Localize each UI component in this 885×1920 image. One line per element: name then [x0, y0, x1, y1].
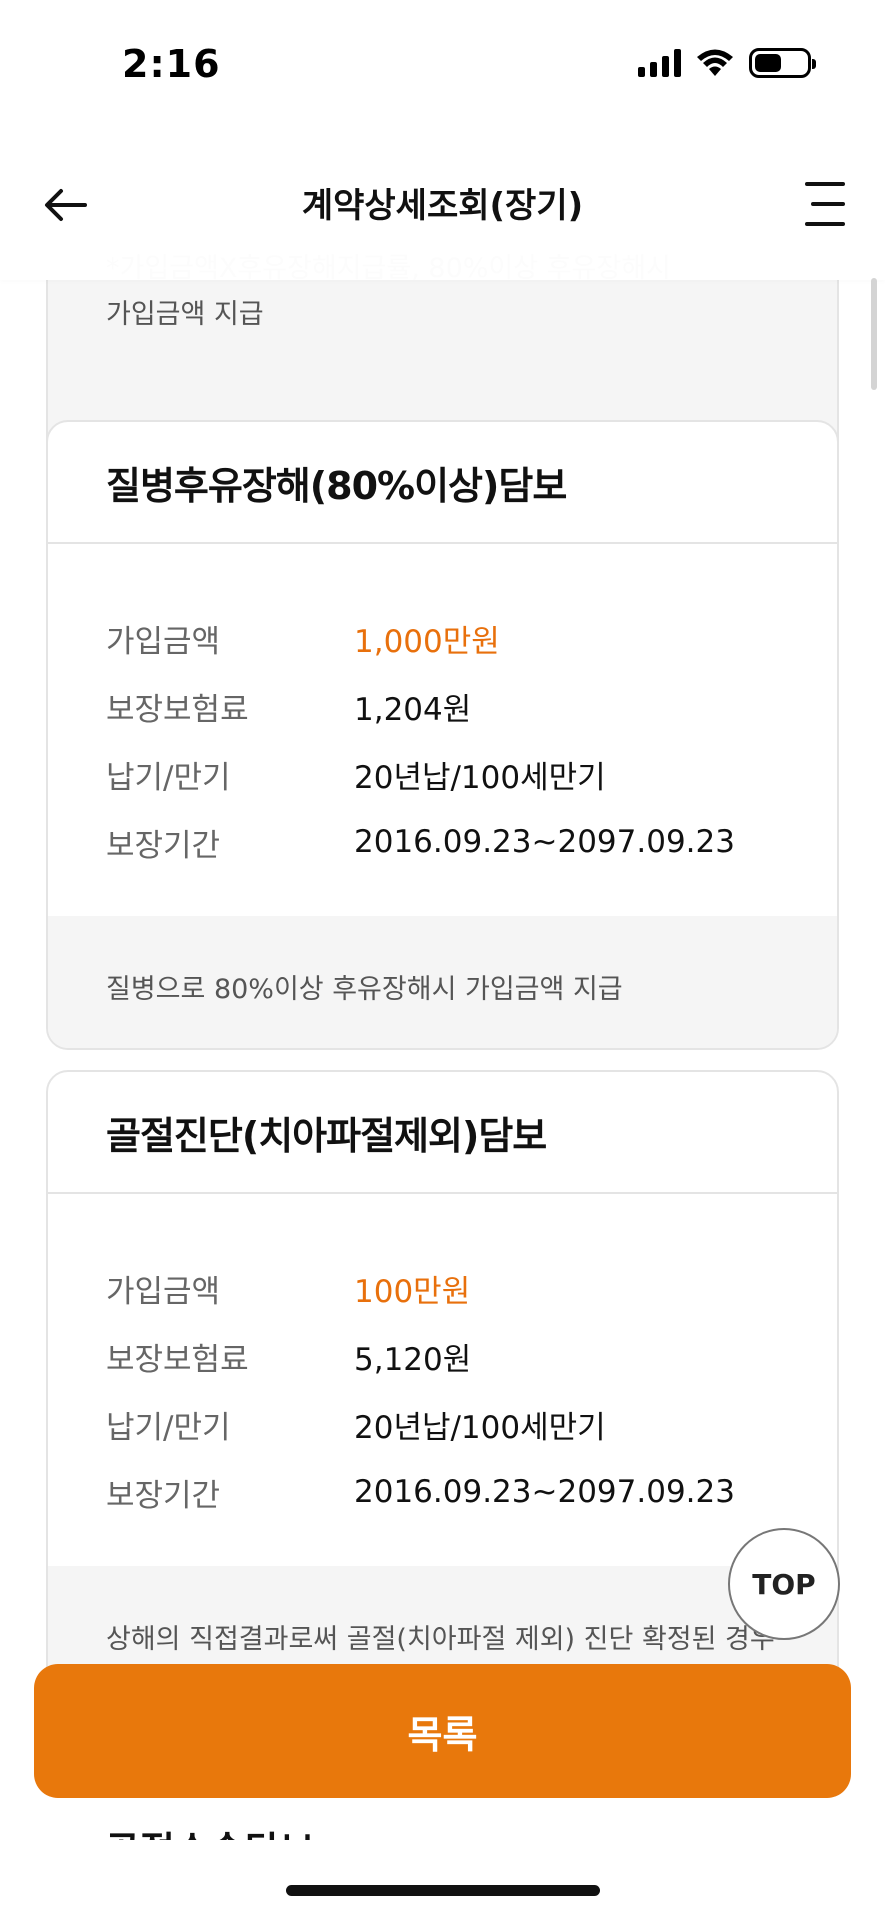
- page-title: 계약상세조회(장기): [301, 186, 584, 226]
- coverage-details: 가입금액 1,000만원 보장보험료 1,204원 납기/만기 20년납/100…: [48, 544, 837, 916]
- coverage-card-header: 골절진단(치아파절제외)담보: [48, 1072, 837, 1194]
- detail-row-term: 납기/만기 20년납/100세만기: [106, 1390, 779, 1458]
- detail-value: 1,204원: [354, 691, 472, 728]
- coverage-title: 질병후유장해(80%이상)담보: [106, 463, 567, 508]
- coverage-card-header: 질병후유장해(80%이상)담보: [48, 422, 837, 544]
- list-button[interactable]: 목록: [34, 1664, 851, 1798]
- coverage-title: 골절진단(치아파절제외)담보: [106, 1113, 547, 1158]
- coverage-note: 가입금액 지급: [106, 299, 264, 330]
- status-icons: [638, 48, 816, 78]
- detail-value: 5,120원: [354, 1341, 472, 1378]
- wifi-icon: [697, 49, 733, 76]
- detail-label: 가입금액: [106, 1273, 221, 1310]
- status-time: 2:16: [122, 42, 221, 86]
- detail-row-premium: 보장보험료 1,204원: [106, 672, 779, 740]
- coverage-card: 질병후유장해(80%이상)담보 가입금액 1,000만원 보장보험료 1,204…: [46, 420, 839, 1050]
- detail-row-period: 보장기간 2016.09.23~2097.09.23: [106, 808, 779, 876]
- battery-icon: [749, 48, 816, 78]
- detail-row-amount: 가입금액 1,000만원: [106, 604, 779, 672]
- signal-icon: [638, 49, 681, 77]
- detail-value: 2016.09.23~2097.09.23: [354, 1474, 735, 1510]
- detail-value: 2016.09.23~2097.09.23: [354, 824, 735, 860]
- detail-row-term: 납기/만기 20년납/100세만기: [106, 740, 779, 808]
- nav-header: 계약상세조회(장기): [0, 130, 885, 280]
- hamburger-line: [811, 202, 845, 206]
- status-bar: 2:16: [0, 0, 885, 130]
- detail-row-period: 보장기간 2016.09.23~2097.09.23: [106, 1458, 779, 1526]
- scrollbar[interactable]: [871, 278, 877, 390]
- menu-button[interactable]: [797, 182, 845, 226]
- detail-label: 보장기간: [106, 1477, 221, 1514]
- coverage-details: 가입금액 100만원 보장보험료 5,120원 납기/만기 20년납/100세만…: [48, 1194, 837, 1566]
- home-indicator: [286, 1885, 600, 1896]
- detail-row-amount: 가입금액 100만원: [106, 1254, 779, 1322]
- detail-label: 보장기간: [106, 827, 221, 864]
- detail-label: 납기/만기: [106, 1409, 231, 1446]
- detail-value-amount: 1,000만원: [354, 623, 500, 660]
- scroll-top-button[interactable]: TOP: [728, 1528, 840, 1640]
- detail-value: 20년납/100세만기: [354, 759, 606, 796]
- detail-label: 납기/만기: [106, 759, 231, 796]
- detail-label: 가입금액: [106, 623, 221, 660]
- detail-value-amount: 100만원: [354, 1273, 471, 1310]
- detail-value: 20년납/100세만기: [354, 1409, 606, 1446]
- hamburger-menu-icon: [805, 182, 845, 186]
- hamburger-line: [805, 222, 845, 226]
- coverage-note: 질병으로 80%이상 후유장해시 가입금액 지급: [48, 916, 837, 1048]
- detail-label: 보장보험료: [106, 691, 249, 728]
- detail-label: 보장보험료: [106, 1341, 249, 1378]
- bottom-safe-area: [0, 1840, 885, 1920]
- detail-row-premium: 보장보험료 5,120원: [106, 1322, 779, 1390]
